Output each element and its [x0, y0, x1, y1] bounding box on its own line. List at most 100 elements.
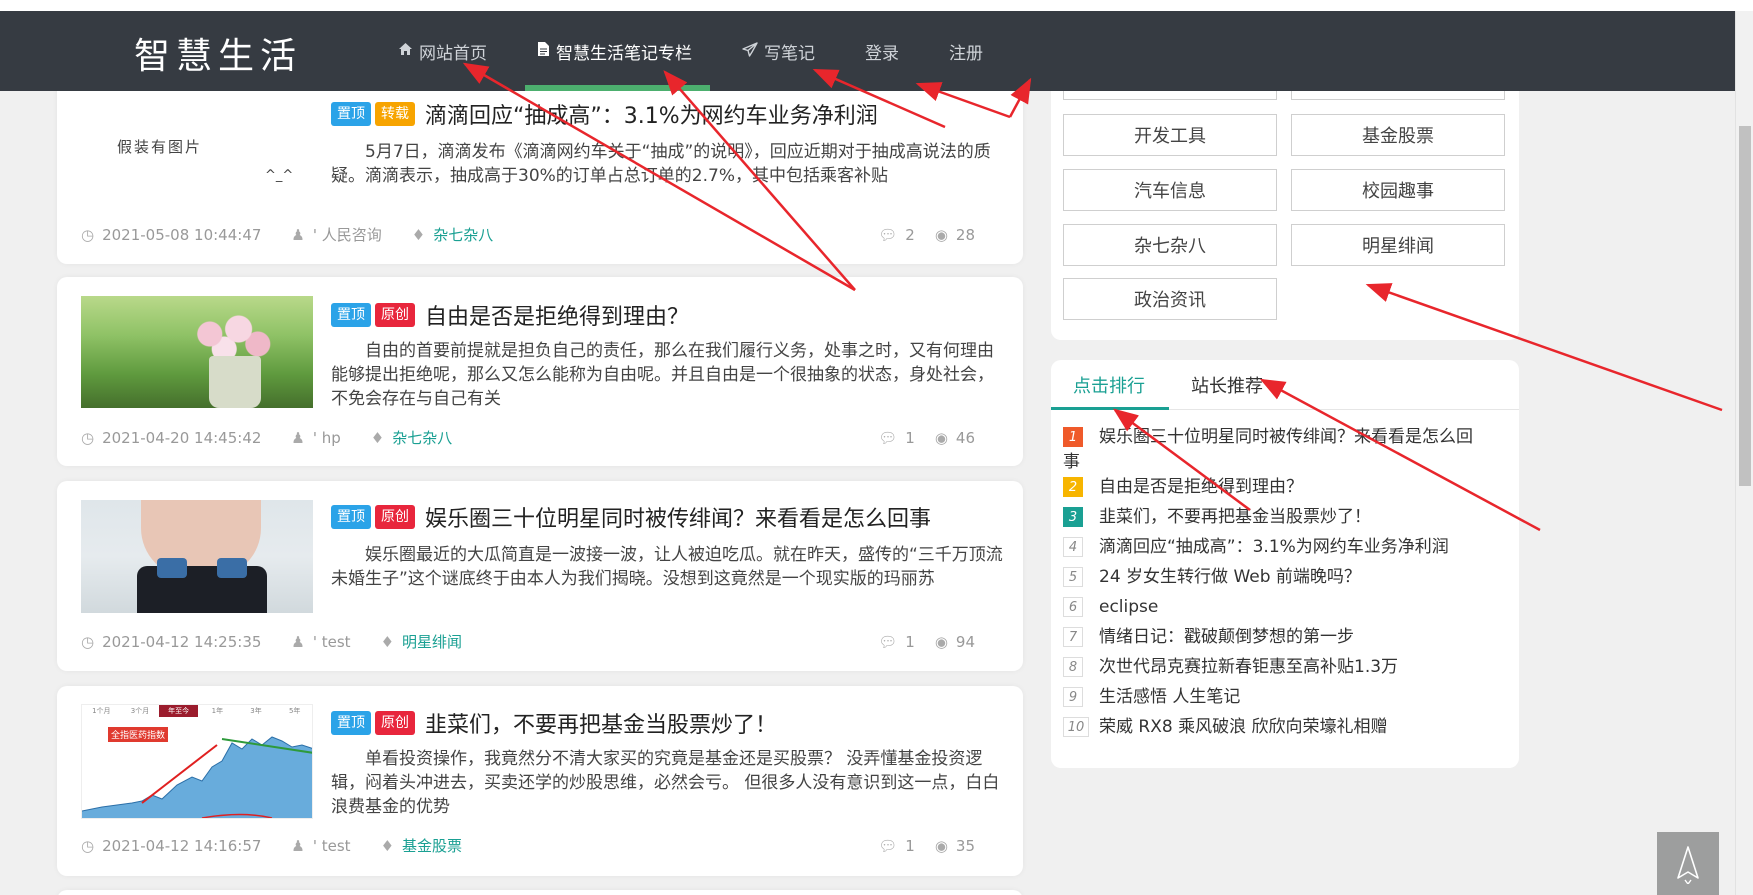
category-button[interactable]: 汽车信息: [1063, 169, 1277, 211]
tag-icon: ♦: [370, 428, 385, 447]
view-count: 46: [955, 428, 975, 447]
post-category-link[interactable]: 基金股票: [402, 835, 462, 856]
ranking-item[interactable]: 3 韭菜们，不要再把基金当股票炒了！: [1063, 502, 1503, 532]
ranking-list: 1 娱乐圈三十位明星同时被传绯闻？来看看是怎么回 事 2 自由是否是拒绝得到理由…: [1063, 422, 1503, 742]
ranking-item[interactable]: 9 生活感悟 人生笔记: [1063, 682, 1503, 712]
category-button[interactable]: 明星绯闻: [1291, 224, 1505, 266]
nav-notes-column[interactable]: 智慧生活笔记专栏: [525, 11, 710, 91]
post-title-link[interactable]: 韭菜们，不要再把基金当股票炒了！: [425, 707, 777, 739]
rank-number: 10: [1063, 717, 1089, 737]
post-author: ' hp: [312, 428, 341, 447]
nav-home[interactable]: 网站首页: [398, 11, 487, 91]
post-category-link[interactable]: 明星绯闻: [402, 631, 462, 652]
comment-count: 1: [905, 428, 915, 447]
category-button[interactable]: 政治资讯: [1063, 278, 1277, 320]
post-card[interactable]: 置顶 原创 娱乐圈三十位明星同时被传绯闻？来看看是怎么回事 娱乐圈最近的大瓜简直…: [57, 481, 1023, 671]
user-icon: ♟: [291, 428, 305, 447]
post-card[interactable]: 假装有图片 ^_^ 置顶 转载 滴滴回应“抽成高”：3.1%为网约车业务净利润 …: [57, 84, 1023, 264]
tab-webmaster-recommend[interactable]: 站长推荐: [1191, 360, 1263, 410]
nav-register[interactable]: 注册: [949, 11, 983, 91]
ranking-item-title: eclipse: [1099, 597, 1159, 617]
page: 智慧生活 网站首页 智慧生活笔记专栏 写笔记 登录 注册 假装有图片 ^_^ 置…: [0, 0, 1753, 895]
post-date: 2021-05-08 10:44:47: [102, 225, 262, 244]
eye-icon: ◉: [934, 428, 948, 447]
ranking-item[interactable]: 7 情绪日记：戳破颠倒梦想的第一步: [1063, 622, 1503, 652]
user-icon: ♟: [291, 632, 305, 651]
badge-original: 原创: [375, 303, 415, 327]
category-button[interactable]: 校园趣事: [1291, 169, 1505, 211]
jeans-pattern-image: [217, 558, 247, 578]
post-card[interactable]: 置顶 原创 自由是否是拒绝得到理由？ 自由的首要前提就是担负自己的责任，那么在我…: [57, 277, 1023, 466]
post-meta: ◷ 2021-05-08 10:44:47 ♟ ' 人民咨询 ♦ 杂七杂八 💬︎ 2 ◉…: [81, 224, 1003, 245]
rocket-icon: [1677, 845, 1699, 884]
category-button[interactable]: 杂七杂八: [1063, 224, 1277, 266]
category-panel: 开发工具 基金股票 汽车信息 校园趣事 杂七杂八 明星绯闻 政治资讯: [1051, 60, 1519, 340]
rank-number: 9: [1063, 687, 1083, 707]
fund-chart-tab: 年至今: [159, 705, 199, 717]
back-to-top-button[interactable]: [1657, 832, 1719, 895]
post-date: 2021-04-20 14:45:42: [102, 428, 262, 447]
nav-login-label: 登录: [865, 43, 899, 64]
post-card[interactable]: 1个月 3个月 年至今 1年 3年 5年 全指医药指数 置顶 原创 韭菜们，不要…: [57, 686, 1023, 876]
ranking-item[interactable]: 4 滴滴回应“抽成高”：3.1%为网约车业务净利润: [1063, 532, 1503, 562]
post-title-row: 置顶 原创 娱乐圈三十位明星同时被传绯闻？来看看是怎么回事: [331, 501, 931, 533]
clock-icon: ◷: [81, 225, 95, 244]
post-card[interactable]: [57, 890, 1023, 895]
comment-count: 2: [905, 225, 915, 244]
rank-number: 5: [1063, 567, 1083, 587]
ranking-item-title: 韭菜们，不要再把基金当股票炒了！: [1099, 507, 1371, 527]
eye-icon: ◉: [934, 836, 948, 855]
post-thumbnail-placeholder[interactable]: 假装有图片 ^_^: [81, 90, 313, 206]
nav-login[interactable]: 登录: [865, 11, 899, 91]
nav-home-label: 网站首页: [419, 43, 487, 64]
vertical-scrollbar[interactable]: [1735, 11, 1753, 895]
ranking-item[interactable]: 8 次世代昂克赛拉新春钜惠至高补贴1.3万: [1063, 652, 1503, 682]
badge-original: 原创: [375, 505, 415, 529]
badge-pinned: 置顶: [331, 711, 371, 735]
nav-write-note[interactable]: 写笔记: [742, 11, 815, 91]
ranking-item[interactable]: 2 自由是否是拒绝得到理由？: [1063, 472, 1503, 502]
ranking-item[interactable]: 10 荣威 RX8 乘风破浪 欣欣向荣壕礼相赠: [1063, 712, 1503, 742]
rank-number: 7: [1063, 627, 1083, 647]
post-excerpt: 娱乐圈最近的大瓜简直是一波接一波，让人被迫吃瓜。就在昨天，盛传的“三千万顶流未婚…: [331, 545, 1003, 589]
post-excerpt: 5月7日，滴滴发布《滴滴网约车关于“抽成”的说明》，回应近期对于抽成高说法的质疑…: [331, 142, 991, 186]
category-button[interactable]: 基金股票: [1291, 114, 1505, 156]
tab-click-ranking[interactable]: 点击排行: [1073, 360, 1145, 410]
post-date: 2021-04-12 14:25:35: [102, 632, 262, 651]
post-title-link[interactable]: 滴滴回应“抽成高”：3.1%为网约车业务净利润: [425, 98, 878, 130]
ranking-item[interactable]: 5 24 岁女生转行做 Web 前端晚吗？: [1063, 562, 1503, 592]
user-icon: ♟: [291, 836, 305, 855]
site-logo[interactable]: 智慧生活: [134, 27, 302, 79]
rank-number: 4: [1063, 537, 1083, 557]
ranking-item[interactable]: 1 娱乐圈三十位明星同时被传绯闻？来看看是怎么回 事: [1063, 422, 1503, 472]
post-category-link[interactable]: 杂七杂八: [392, 427, 452, 448]
post-title-link[interactable]: 自由是否是拒绝得到理由？: [425, 299, 689, 331]
rank-number: 8: [1063, 657, 1083, 677]
post-author: ' test: [312, 632, 351, 651]
rank-number: 3: [1063, 507, 1083, 527]
scrollbar-thumb[interactable]: [1739, 126, 1751, 486]
post-category-link[interactable]: 杂七杂八: [433, 224, 493, 245]
post-meta: ◷ 2021-04-12 14:25:35 ♟ ' test ♦ 明星绯闻 💬︎ 1 ◉…: [81, 631, 1003, 652]
post-title-row: 置顶 原创 韭菜们，不要再把基金当股票炒了！: [331, 707, 777, 739]
badge-pinned: 置顶: [331, 505, 371, 529]
vase-image: [209, 356, 261, 408]
ranking-tabs: 点击排行 站长推荐: [1051, 360, 1519, 410]
badge-pinned: 置顶: [331, 102, 371, 126]
ranking-item-title: 滴滴回应“抽成高”：3.1%为网约车业务净利润: [1099, 537, 1449, 557]
home-icon: [398, 42, 413, 60]
post-thumbnail[interactable]: [81, 296, 313, 408]
post-thumbnail[interactable]: [81, 500, 313, 613]
comment-icon: 💬︎: [878, 225, 898, 244]
post-title-link[interactable]: 娱乐圈三十位明星同时被传绯闻？来看看是怎么回事: [425, 501, 931, 533]
active-tab-underline: [1051, 407, 1169, 410]
post-thumbnail[interactable]: 1个月 3个月 年至今 1年 3年 5年 全指医药指数: [81, 704, 313, 819]
comment-icon: 💬︎: [878, 836, 898, 855]
nav-notes-column-label: 智慧生活笔记专栏: [556, 43, 692, 64]
category-button[interactable]: 开发工具: [1063, 114, 1277, 156]
site-header: 智慧生活 网站首页 智慧生活笔记专栏 写笔记 登录 注册: [0, 11, 1735, 91]
ranking-item[interactable]: 6 eclipse: [1063, 592, 1503, 622]
post-title-row: 置顶 转载 滴滴回应“抽成高”：3.1%为网约车业务净利润: [331, 98, 878, 130]
top-strip: [0, 0, 1753, 11]
ranking-item-title: 自由是否是拒绝得到理由？: [1099, 477, 1303, 497]
